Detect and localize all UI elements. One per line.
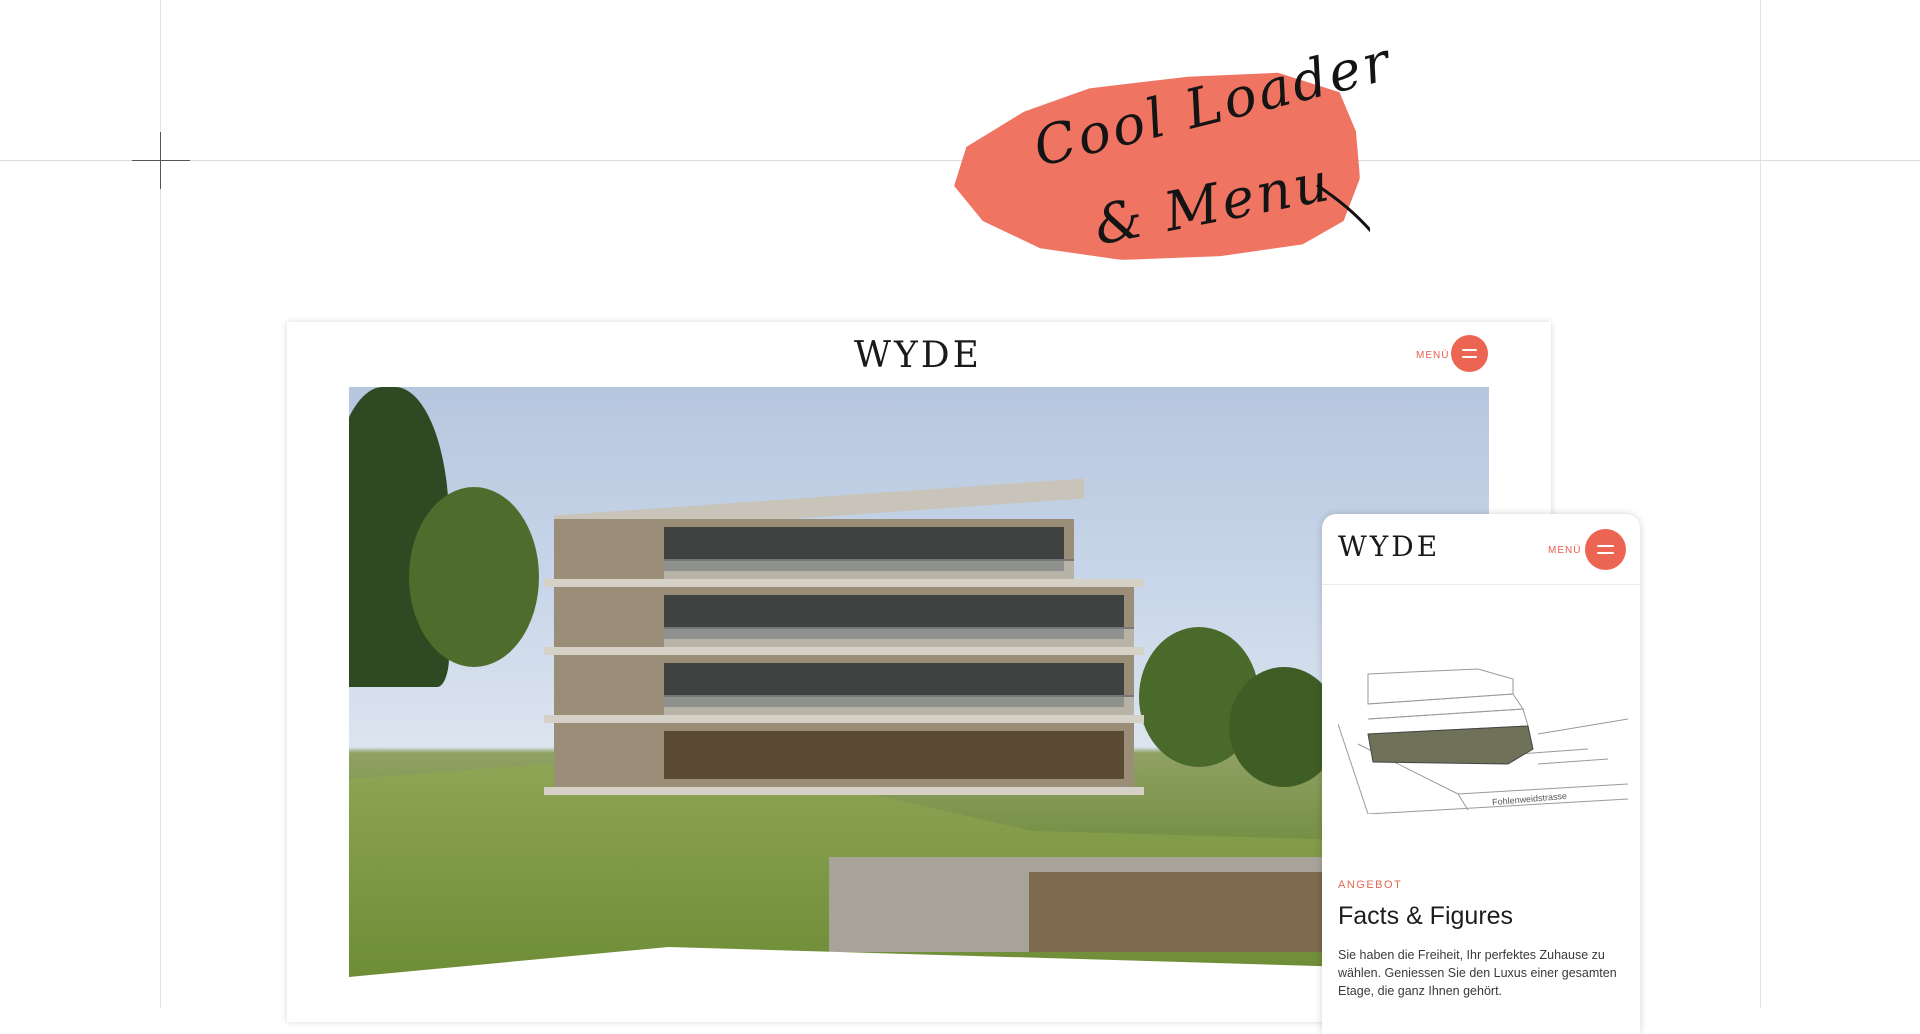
divider [1322, 584, 1640, 585]
garage [829, 857, 1349, 952]
building-floor [554, 587, 1134, 647]
menu-button[interactable] [1451, 335, 1488, 372]
building-railing [664, 627, 1134, 647]
guide-line-right [1760, 0, 1761, 1008]
menu-label[interactable]: MENÜ [1548, 545, 1581, 556]
hamburger-icon-bar [1462, 356, 1477, 358]
site-logo[interactable]: WYDE [854, 335, 982, 376]
menu-label[interactable]: MENÜ [1416, 350, 1449, 361]
building-railing [664, 559, 1074, 579]
building-railing [664, 695, 1134, 715]
section-eyebrow: ANGEBOT [1338, 879, 1403, 891]
menu-button[interactable] [1585, 529, 1626, 570]
building-floor [554, 519, 1074, 579]
crosshair-vertical [160, 132, 161, 189]
section-title: Facts & Figures [1338, 902, 1514, 930]
building-slab [544, 579, 1144, 587]
building-slab [544, 715, 1144, 723]
building-glass [664, 731, 1124, 779]
building-slab [544, 787, 1144, 795]
hero-image [349, 387, 1489, 987]
building [544, 478, 1144, 827]
crosshair-horizontal [132, 160, 190, 161]
tree-shape [409, 487, 539, 667]
section-text: Sie haben die Freiheit, Ihr perfektes Zu… [1338, 948, 1617, 998]
building-floor [554, 723, 1134, 787]
building-slab [544, 647, 1144, 655]
garage-door [1029, 872, 1329, 952]
hamburger-icon-bar [1597, 552, 1614, 554]
building-floor [554, 655, 1134, 715]
site-logo[interactable]: WYDE [1338, 530, 1440, 563]
annotation: Cool Loader & Menu [950, 29, 1398, 325]
building-sketch [1338, 668, 1628, 814]
arrow-icon [1316, 184, 1370, 233]
hamburger-icon [1462, 349, 1477, 351]
mobile-mockup: WYDE MENÜ Fohlenweidstrasse ANGEBOT Fact… [1322, 514, 1640, 1034]
hamburger-icon [1597, 545, 1614, 547]
